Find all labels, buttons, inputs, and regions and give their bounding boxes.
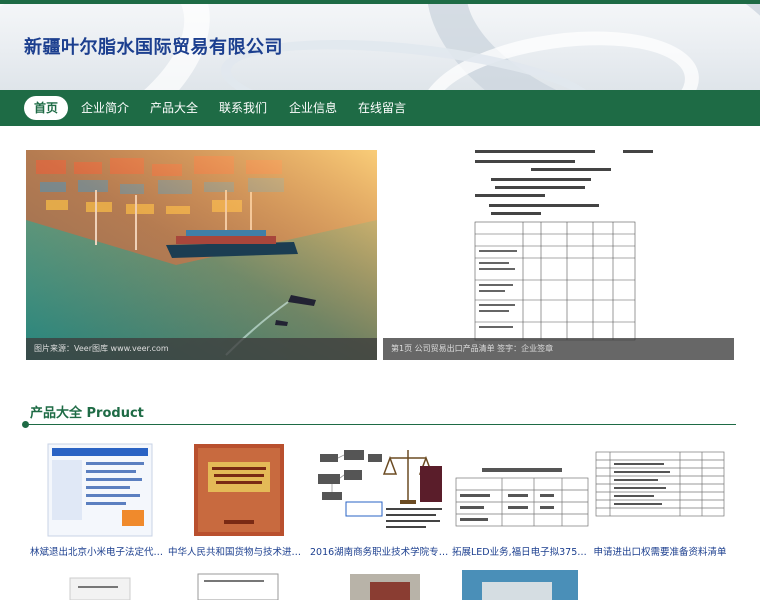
product-thumb (30, 568, 170, 600)
product-card[interactable] (310, 568, 450, 600)
products-section-title[interactable]: 产品大全 Product (30, 402, 144, 421)
slide-caption: 图片来源：Veer图库 www.veer.com (26, 338, 377, 360)
product-name[interactable]: 2016湖南商务职业技术学院专业... (310, 544, 450, 558)
product-thumb (168, 568, 308, 600)
web-screenshot-thumb (30, 440, 170, 540)
form-thumb (590, 440, 730, 540)
book-cover-thumb (168, 440, 308, 540)
section-divider (26, 424, 736, 425)
product-card[interactable]: 中华人民共和国货物与技术进出口... (168, 440, 308, 562)
law-scale-thumb (310, 440, 450, 540)
nav-item-about[interactable]: 企业简介 (78, 96, 132, 120)
product-card[interactable]: 2016湖南商务职业技术学院专业... (310, 440, 450, 562)
product-name[interactable]: 拓展LED业务,福日电子拟3750万... (452, 544, 592, 558)
product-card[interactable] (30, 568, 170, 600)
product-card[interactable]: 申请进出口权需要准备资料清单 (590, 440, 730, 562)
product-name[interactable]: 林斌退出北京小米电子法定代表人... (30, 544, 170, 558)
product-name[interactable]: 申请进出口权需要准备资料清单 (590, 544, 730, 558)
nav-item-message[interactable]: 在线留言 (355, 96, 409, 120)
harbor-photo (26, 150, 377, 360)
site-title[interactable]: 新疆叶尔脂水国际贸易有限公司 (24, 33, 283, 59)
nav-item-contact[interactable]: 联系我们 (216, 96, 270, 120)
main-nav: 首页 企业简介 产品大全 联系我们 企业信息 在线留言 (0, 90, 760, 126)
product-card[interactable] (168, 568, 308, 600)
product-thumb (452, 568, 592, 600)
slide-caption: 第1页 公司贸易出口产品清单 签字：企业签章 (383, 338, 734, 360)
site-header: 新疆叶尔脂水国际贸易有限公司 (0, 4, 760, 90)
product-card[interactable] (452, 568, 592, 600)
banner-slide-harbor[interactable]: 图片来源：Veer图库 www.veer.com (26, 150, 377, 360)
product-card[interactable]: 拓展LED业务,福日电子拟3750万... (452, 440, 592, 562)
banner-slide-document[interactable]: 第1页 公司贸易出口产品清单 签字：企业签章 (383, 150, 734, 360)
nav-item-company-info[interactable]: 企业信息 (286, 96, 340, 120)
product-card[interactable]: 林斌退出北京小米电子法定代表人... (30, 440, 170, 562)
table-thumb (452, 440, 592, 540)
nav-item-products[interactable]: 产品大全 (147, 96, 201, 120)
product-name[interactable]: 中华人民共和国货物与技术进出口... (168, 544, 308, 558)
document-scan (383, 150, 734, 360)
nav-item-home[interactable]: 首页 (24, 96, 68, 120)
product-thumb (310, 568, 450, 600)
